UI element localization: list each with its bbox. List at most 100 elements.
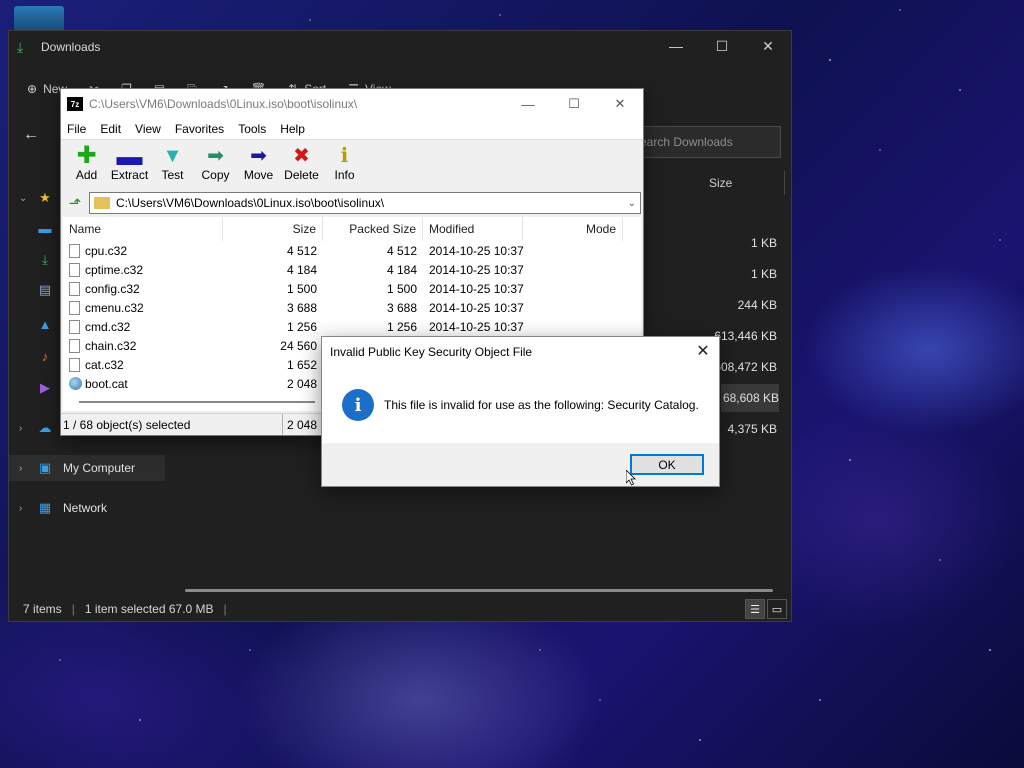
move-label: Move (243, 168, 274, 182)
music-icon: ♪ (41, 348, 49, 364)
menu-favorites[interactable]: Favorites (175, 122, 224, 136)
back-arrow-icon[interactable]: ← (23, 126, 39, 144)
dialog-titlebar[interactable]: Invalid Public Key Security Object File (322, 337, 719, 367)
file-size: 2 048 (286, 376, 317, 391)
explorer-title: Downloads (41, 40, 101, 54)
table-row[interactable]: cmd.c32 1 256 1 256 2014-10-25 10:37 (63, 317, 641, 336)
column-header-size[interactable]: Size (699, 171, 785, 195)
minimize-icon[interactable]: — (653, 31, 699, 61)
7zip-title: C:\Users\VM6\Downloads\0Linux.iso\boot\i… (89, 97, 358, 111)
table-row[interactable]: cmenu.c32 3 688 3 688 2014-10-25 10:37 (63, 298, 641, 317)
network-icon: ▦ (38, 500, 52, 515)
file-name: cmenu.c32 (85, 300, 144, 315)
sidebar-item-my-computer[interactable]: › ▣ My Computer (9, 455, 165, 481)
7zip-toolbar: ✚ Add ▬ Extract ▼ Test ➡ Copy ➡ Move ✖ Delete … (61, 139, 643, 189)
modified-date: 2014-10-25 10:37 (429, 243, 524, 258)
selection-status: 1 / 68 object(s) selected (61, 414, 283, 435)
close-icon[interactable]: ✕ (745, 31, 791, 61)
file-size: 24 560 (280, 338, 317, 353)
file-name: cptime.c32 (85, 262, 144, 277)
7zip-list-header: Name Size Packed Size Modified Mode (63, 217, 641, 241)
column-header-name[interactable]: Name (63, 217, 223, 241)
file-icon (69, 300, 80, 315)
7zip-address-bar: ⬏ C:\Users\VM6\Downloads\0Linux.iso\boot… (61, 191, 643, 215)
column-header-size[interactable]: Size (223, 217, 323, 241)
menu-help[interactable]: Help (280, 122, 305, 136)
sidebar-item-network[interactable]: › ▦ Network (9, 495, 165, 521)
column-header-mode[interactable]: Mode (523, 217, 623, 241)
chevron-right-icon: › (19, 462, 23, 474)
test-button[interactable]: ▼ Test (151, 140, 194, 182)
explorer-window-controls: — ☐ ✕ (653, 31, 791, 61)
video-icon: ▶ (40, 380, 50, 395)
close-icon[interactable]: ✕ (597, 89, 643, 119)
info-button[interactable]: ℹ Info (323, 140, 366, 182)
item-count: 7 items (23, 602, 62, 616)
close-icon[interactable]: ✕ (693, 341, 713, 361)
mouse-cursor-icon (626, 470, 636, 486)
security-catalog-icon (69, 377, 82, 390)
cloud-icon: ☁ (38, 420, 52, 435)
explorer-statusbar: 7 items | 1 item selected 67.0 MB | (23, 602, 227, 616)
selection-size: 2 048 (287, 417, 318, 432)
file-size: 1 500 (286, 281, 317, 296)
move-arrow-icon: ➡ (250, 145, 267, 167)
file-size-selected[interactable]: 68,608 KB (721, 384, 779, 412)
add-button[interactable]: ✚ Add (65, 140, 108, 183)
file-size: 4 512 (286, 243, 317, 258)
move-button[interactable]: ➡ Move (237, 140, 280, 182)
delete-x-icon: ✖ (293, 145, 310, 167)
chevron-down-icon: ⌄ (19, 192, 28, 204)
download-icon: ⤓ (17, 38, 24, 55)
file-name: config.c32 (85, 281, 140, 296)
packed-size: 1 500 (386, 281, 417, 296)
details-view-icon[interactable]: ☰ (745, 599, 765, 619)
minimize-icon[interactable]: — (505, 89, 551, 119)
view-toggle: ☰ ▭ (745, 599, 787, 619)
maximize-icon[interactable]: ☐ (699, 31, 745, 61)
sidebar-label-my-computer: My Computer (63, 461, 136, 475)
download-icon: ⤓ (42, 252, 48, 267)
copy-label: Copy (201, 168, 230, 182)
maximize-icon[interactable]: ☐ (551, 89, 597, 119)
table-row[interactable]: config.c32 1 500 1 500 2014-10-25 10:37 (63, 279, 641, 298)
selection-info: 1 item selected 67.0 MB (84, 602, 214, 616)
dialog-message: This file is invalid for use as the foll… (384, 398, 699, 412)
menu-tools[interactable]: Tools (238, 122, 266, 136)
file-size: 1 KB (750, 236, 777, 250)
menu-file[interactable]: File (67, 122, 86, 136)
file-icon (69, 243, 80, 258)
extract-button[interactable]: ▬ Extract (108, 140, 151, 182)
star-icon: ★ (39, 190, 51, 205)
file-icon (69, 357, 80, 372)
address-value: C:\Users\VM6\Downloads\0Linux.iso\boot\i… (116, 196, 385, 210)
modified-date: 2014-10-25 10:37 (429, 300, 524, 315)
modified-date: 2014-10-25 10:37 (429, 281, 524, 296)
menu-view[interactable]: View (135, 122, 161, 136)
folder-up-icon[interactable]: ⬏ (61, 191, 89, 215)
column-header-modified[interactable]: Modified (423, 217, 523, 241)
file-name: cmd.c32 (85, 319, 131, 334)
extract-label: Extract (110, 168, 149, 182)
test-label: Test (161, 168, 184, 182)
info-i-icon: ℹ (340, 145, 349, 167)
horizontal-scrollbar[interactable] (185, 589, 773, 592)
delete-button[interactable]: ✖ Delete (280, 140, 323, 182)
packed-size: 4 184 (386, 262, 417, 277)
address-input[interactable]: C:\Users\VM6\Downloads\0Linux.iso\boot\i… (89, 192, 641, 214)
file-name: boot.cat (85, 376, 128, 391)
file-icon (69, 281, 80, 296)
copy-button[interactable]: ➡ Copy (194, 140, 237, 182)
chevron-down-icon[interactable]: ⌄ (628, 198, 636, 209)
tiles-view-icon[interactable]: ▭ (767, 599, 787, 619)
file-size: 244 KB (737, 298, 777, 312)
menu-edit[interactable]: Edit (100, 122, 121, 136)
table-row[interactable]: cptime.c32 4 184 4 184 2014-10-25 10:37 (63, 260, 641, 279)
horizontal-scrollbar[interactable] (79, 401, 315, 403)
file-size: 1 KB (750, 267, 777, 281)
desktop-icon: ▬ (38, 220, 52, 236)
7zip-window-controls: — ☐ ✕ (505, 89, 643, 119)
column-header-packed-size[interactable]: Packed Size (323, 217, 423, 241)
table-row[interactable]: cpu.c32 4 512 4 512 2014-10-25 10:37 (63, 241, 641, 260)
ok-button[interactable]: OK (630, 454, 704, 475)
